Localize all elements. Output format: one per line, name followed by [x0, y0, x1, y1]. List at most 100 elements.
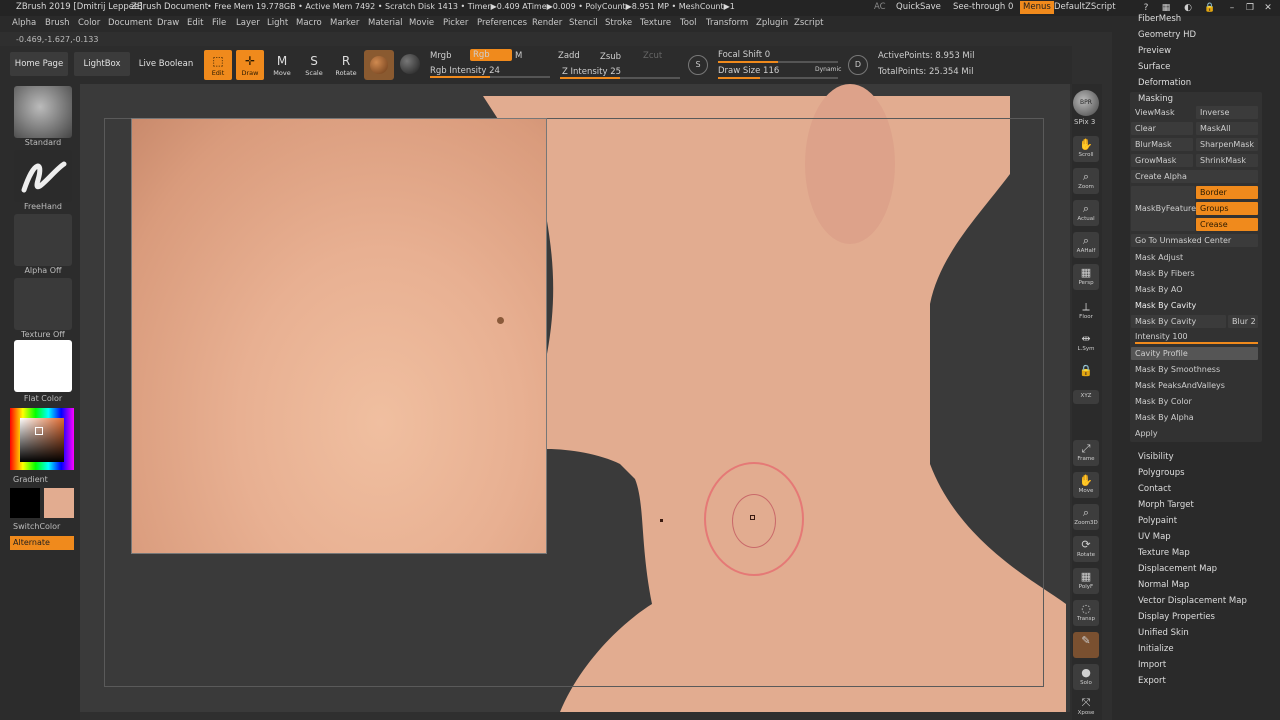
- xyz-button[interactable]: XYZ: [1073, 390, 1099, 404]
- mask-adjust-subpalette[interactable]: Mask Adjust: [1131, 251, 1258, 264]
- rotate-button[interactable]: R Rotate: [332, 50, 360, 80]
- texture-thumbnail[interactable]: [14, 278, 72, 330]
- sculptris-pro-icon[interactable]: S: [688, 55, 708, 75]
- menu-document[interactable]: Document: [108, 18, 152, 28]
- draw-size-slider[interactable]: [718, 77, 838, 79]
- lock-icon[interactable]: 🔒: [1204, 2, 1216, 14]
- mask-by-cavity-button[interactable]: Mask By Cavity: [1131, 315, 1226, 328]
- zadd-button[interactable]: Zadd: [558, 51, 580, 61]
- menu-marker[interactable]: Marker: [330, 18, 359, 28]
- zsub-button[interactable]: Zsub: [600, 52, 621, 62]
- z-intensity-label[interactable]: Z Intensity 25: [562, 67, 621, 77]
- menu-picker[interactable]: Picker: [443, 18, 468, 28]
- cavity-profile-button[interactable]: Cavity Profile: [1131, 347, 1258, 360]
- grow-mask-button[interactable]: GrowMask: [1131, 154, 1193, 167]
- inverse-button[interactable]: Inverse: [1196, 106, 1258, 119]
- rgb-intensity-slider[interactable]: [430, 76, 550, 78]
- dynamic-button[interactable]: Dynamic: [815, 66, 841, 73]
- menu-alpha[interactable]: Alpha: [12, 18, 36, 28]
- menu-draw[interactable]: Draw: [157, 18, 179, 28]
- go-to-unmasked-center-button[interactable]: Go To Unmasked Center: [1131, 234, 1258, 247]
- menu-stroke[interactable]: Stroke: [605, 18, 632, 28]
- morph-target-subpalette[interactable]: Morph Target: [1138, 500, 1194, 510]
- mask-peaks-valleys-subpalette[interactable]: Mask PeaksAndValleys: [1131, 379, 1258, 392]
- export-subpalette[interactable]: Export: [1138, 676, 1166, 686]
- displacement-map-subpalette[interactable]: Displacement Map: [1138, 564, 1217, 574]
- normal-map-subpalette[interactable]: Normal Map: [1138, 580, 1189, 590]
- maximize-icon[interactable]: ❐: [1244, 2, 1256, 14]
- mask-all-button[interactable]: MaskAll: [1196, 122, 1258, 135]
- z-intensity-slider[interactable]: [560, 77, 680, 79]
- material-thumbnail[interactable]: [14, 340, 72, 392]
- menu-color[interactable]: Color: [78, 18, 100, 28]
- draw-size-label[interactable]: Draw Size 116: [718, 66, 779, 76]
- secondary-color-swatch[interactable]: [10, 488, 40, 518]
- masking-title[interactable]: Masking: [1138, 94, 1173, 104]
- persp-button[interactable]: ▦ Persp: [1073, 264, 1099, 290]
- main-color-swatch[interactable]: [44, 488, 74, 518]
- texture-map-subpalette[interactable]: Texture Map: [1138, 548, 1190, 558]
- menu-brush[interactable]: Brush: [45, 18, 70, 28]
- import-subpalette[interactable]: Import: [1138, 660, 1166, 670]
- aahalf-button[interactable]: ⌕ AAHalf: [1073, 232, 1099, 258]
- menu-preferences[interactable]: Preferences: [477, 18, 527, 28]
- fibermesh-subpalette[interactable]: FiberMesh: [1138, 14, 1181, 24]
- rotate-view-button[interactable]: ⟳ Rotate: [1073, 536, 1099, 562]
- focal-shift-slider[interactable]: [718, 61, 838, 63]
- contact-subpalette[interactable]: Contact: [1138, 484, 1171, 494]
- lightbox-button[interactable]: LightBox: [74, 52, 130, 76]
- preview-subpalette[interactable]: Preview: [1138, 46, 1171, 56]
- menu-texture[interactable]: Texture: [640, 18, 671, 28]
- brush-thumbnail[interactable]: [14, 86, 72, 138]
- menu-transform[interactable]: Transform: [706, 18, 748, 28]
- deformation-subpalette[interactable]: Deformation: [1138, 78, 1191, 88]
- xpose-button[interactable]: ⤧ Xpose: [1073, 694, 1099, 718]
- menu-zscript[interactable]: Zscript: [794, 18, 824, 28]
- mask-by-feature-button[interactable]: MaskByFeature: [1131, 186, 1196, 231]
- help-icon[interactable]: ?: [1140, 2, 1152, 14]
- cavity-intensity-track[interactable]: [1135, 342, 1258, 344]
- menu-light[interactable]: Light: [267, 18, 288, 28]
- menu-zplugin[interactable]: Zplugin: [756, 18, 788, 28]
- palette-icon[interactable]: ◐: [1182, 2, 1194, 14]
- mask-by-alpha-subpalette[interactable]: Mask By Alpha: [1131, 411, 1258, 424]
- mask-by-color-subpalette[interactable]: Mask By Color: [1131, 395, 1258, 408]
- menu-stencil[interactable]: Stencil: [569, 18, 598, 28]
- groups-toggle[interactable]: Groups: [1196, 202, 1258, 215]
- material-swatch-button[interactable]: [364, 50, 394, 80]
- move-button[interactable]: M Move: [268, 50, 296, 80]
- frame-button[interactable]: ⤢ Frame: [1073, 440, 1099, 466]
- local-button[interactable]: 🔒: [1073, 362, 1099, 388]
- color-picker[interactable]: [10, 408, 74, 470]
- default-zscript-button[interactable]: DefaultZScript: [1051, 1, 1119, 14]
- texture-sphere-icon[interactable]: [400, 54, 420, 74]
- menu-edit[interactable]: Edit: [187, 18, 203, 28]
- quicksave-button[interactable]: QuickSave: [893, 1, 944, 14]
- dynamesh-icon[interactable]: D: [848, 55, 868, 75]
- polyf-button[interactable]: ▦ PolyF: [1073, 568, 1099, 594]
- display-properties-subpalette[interactable]: Display Properties: [1138, 612, 1215, 622]
- mask-by-fibers-subpalette[interactable]: Mask By Fibers: [1131, 267, 1258, 280]
- menu-macro[interactable]: Macro: [296, 18, 322, 28]
- draw-button[interactable]: ✛ Draw: [236, 50, 264, 80]
- live-boolean-button[interactable]: Live Boolean: [136, 52, 196, 76]
- layout-icon[interactable]: ▦: [1160, 2, 1172, 14]
- zoom-button[interactable]: ⌕ Zoom: [1073, 168, 1099, 194]
- menus-button[interactable]: Menus: [1020, 1, 1054, 14]
- transp-button[interactable]: ◌ Transp: [1073, 600, 1099, 626]
- blur-mask-button[interactable]: BlurMask: [1131, 138, 1193, 151]
- lsym-button[interactable]: ⇹ L.Sym: [1073, 330, 1099, 356]
- clear-mask-button[interactable]: Clear: [1131, 122, 1193, 135]
- bpr-button[interactable]: BPR: [1073, 90, 1099, 116]
- m-button[interactable]: M: [515, 51, 522, 61]
- menu-render[interactable]: Render: [532, 18, 562, 28]
- zoom3d-button[interactable]: ⌕ Zoom3D: [1073, 504, 1099, 530]
- polypaint-subpalette[interactable]: Polypaint: [1138, 516, 1177, 526]
- edit-button[interactable]: ⬚ Edit: [204, 50, 232, 80]
- spix-slider[interactable]: SPix 3: [1074, 118, 1095, 126]
- view-mask-button[interactable]: ViewMask: [1131, 106, 1193, 119]
- move-view-button[interactable]: ✋ Move: [1073, 472, 1099, 498]
- unified-skin-subpalette[interactable]: Unified Skin: [1138, 628, 1189, 638]
- close-icon[interactable]: ✕: [1262, 2, 1274, 14]
- alpha-thumbnail[interactable]: [14, 214, 72, 266]
